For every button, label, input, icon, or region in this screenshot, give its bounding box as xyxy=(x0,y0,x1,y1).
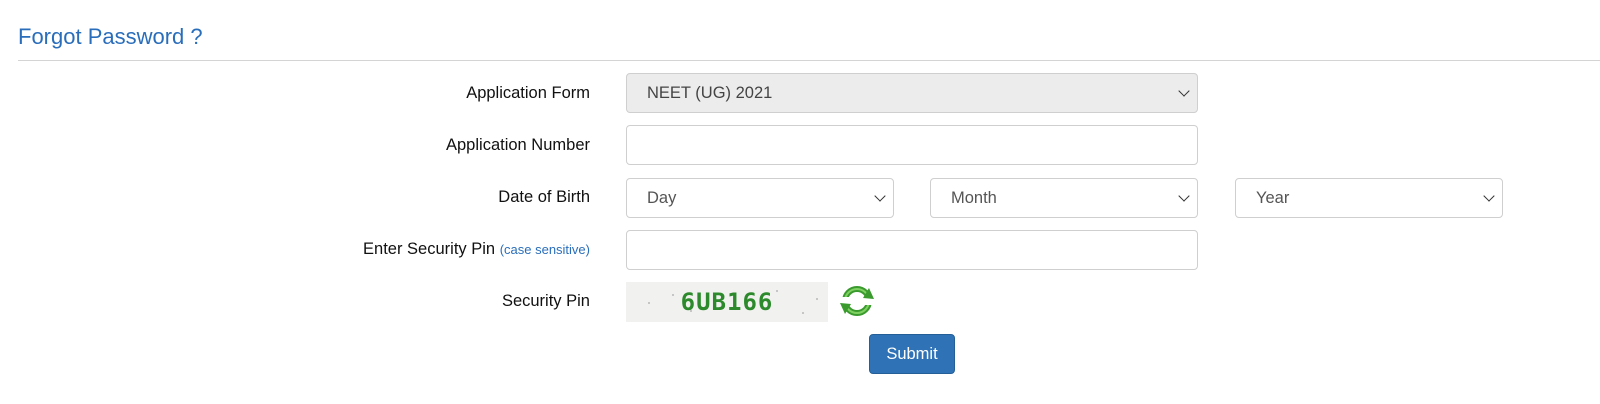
dob-day-select[interactable]: Day xyxy=(626,178,894,218)
security-pin-input-label: Enter Security Pin (case sensitive) xyxy=(190,240,590,259)
chevron-down-icon xyxy=(1483,190,1495,202)
submit-button[interactable]: Submit xyxy=(869,334,955,374)
application-form-select[interactable]: NEET (UG) 2021 xyxy=(626,73,1198,113)
chevron-down-icon xyxy=(874,190,886,202)
title-divider xyxy=(18,60,1600,61)
dob-year-select[interactable]: Year xyxy=(1235,178,1503,218)
security-pin-label: Security Pin xyxy=(501,292,590,310)
page-title: Forgot Password ? xyxy=(18,24,203,49)
refresh-captcha-icon[interactable] xyxy=(838,282,876,320)
captcha-text: 6UB166 xyxy=(680,288,774,316)
application-number-label: Application Number xyxy=(446,136,590,154)
application-form-label: Application Form xyxy=(466,84,590,102)
dob-month-select[interactable]: Month xyxy=(930,178,1198,218)
chevron-down-icon xyxy=(1178,190,1190,202)
dob-month-value: Month xyxy=(951,188,997,207)
case-sensitive-hint: (case sensitive) xyxy=(499,242,590,257)
chevron-down-icon xyxy=(1178,85,1190,97)
security-pin-input-label-text: Enter Security Pin xyxy=(363,240,496,258)
date-of-birth-label: Date of Birth xyxy=(498,188,590,206)
application-number-input[interactable] xyxy=(626,125,1198,165)
security-pin-input[interactable] xyxy=(626,230,1198,270)
captcha-image: 6UB166 xyxy=(626,282,828,322)
dob-day-value: Day xyxy=(647,188,677,207)
application-form-value: NEET (UG) 2021 xyxy=(647,83,773,102)
dob-year-value: Year xyxy=(1256,188,1290,207)
